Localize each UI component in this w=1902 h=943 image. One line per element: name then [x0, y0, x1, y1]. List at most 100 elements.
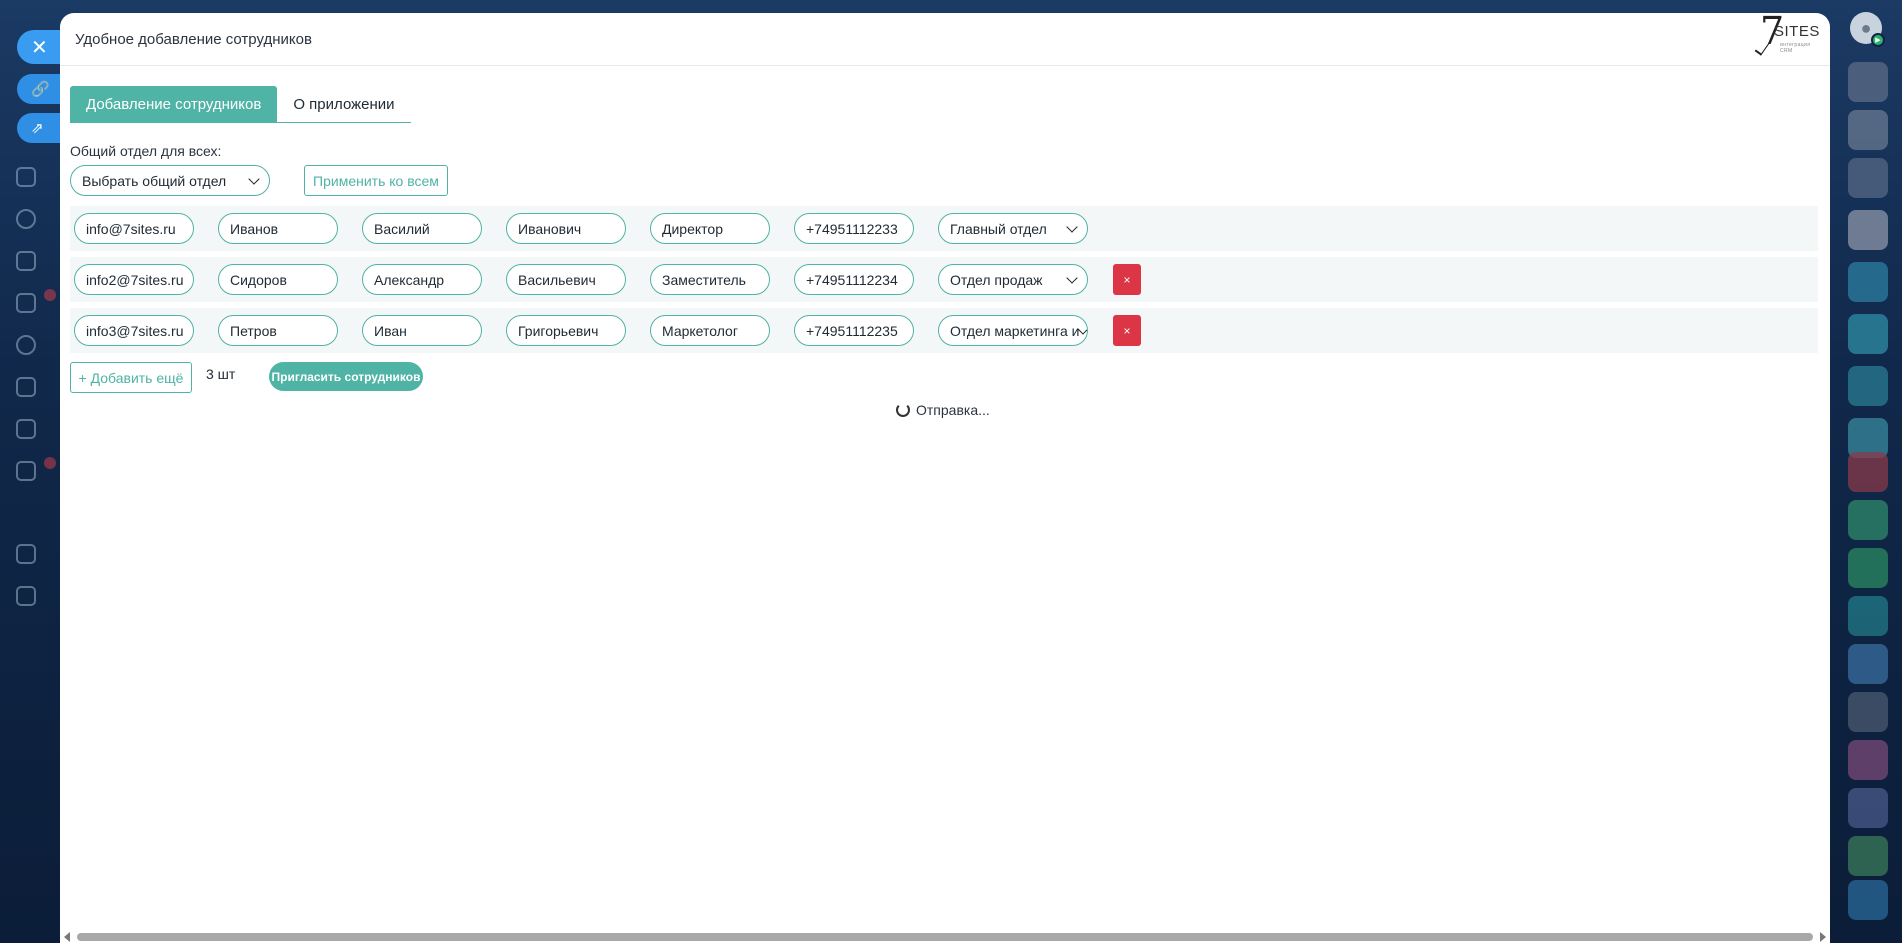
cog-icon	[16, 335, 36, 355]
sidebar-item-6[interactable]	[16, 373, 60, 401]
last-name-field[interactable]: Иванов	[218, 213, 338, 244]
tab-add-employees[interactable]: Добавление сотрудников	[70, 86, 278, 122]
sidebar-item-1[interactable]	[16, 163, 60, 191]
department-select[interactable]: Отдел продаж	[938, 264, 1088, 295]
open-new-window-button[interactable]: ⇗	[17, 113, 60, 143]
chat-tile[interactable]	[1848, 548, 1888, 588]
middle-name-field[interactable]: Григорьевич	[506, 315, 626, 346]
scroll-right-icon[interactable]	[1820, 932, 1826, 942]
apps-icon	[16, 544, 36, 564]
middle-name-field[interactable]: Иванович	[506, 213, 626, 244]
sidebar-item-7[interactable]	[16, 415, 60, 443]
last-name-field[interactable]: Петров	[218, 315, 338, 346]
external-link-icon: ⇗	[31, 120, 44, 137]
tasks-icon	[16, 293, 36, 313]
email-field[interactable]: info@7sites.ru	[74, 213, 194, 244]
first-name-field[interactable]: Василий	[362, 213, 482, 244]
department-select[interactable]: Отдел маркетинга и	[938, 315, 1088, 346]
chat-tile[interactable]	[1848, 110, 1888, 150]
chat-tile[interactable]	[1848, 210, 1888, 250]
cart-icon	[16, 251, 36, 271]
sidebar-item-10[interactable]	[16, 582, 60, 610]
chat-tile[interactable]	[1848, 500, 1888, 540]
common-department-select[interactable]: Выбрать общий отдел	[70, 165, 270, 196]
chat-tile[interactable]	[1848, 880, 1888, 920]
department-value: Главный отдел	[950, 220, 1047, 237]
user-icon: ●	[1860, 17, 1872, 38]
position-field[interactable]: Маркетолог	[650, 315, 770, 346]
middle-name-field[interactable]: Васильевич	[506, 264, 626, 295]
chat-tile[interactable]	[1848, 644, 1888, 684]
code-icon	[16, 586, 36, 606]
chat-tile[interactable]	[1848, 62, 1888, 102]
common-department-label: Общий отдел для всех:	[70, 143, 222, 159]
sending-text: Отправка...	[916, 402, 990, 418]
chat-tile[interactable]	[1848, 158, 1888, 198]
chat-tile[interactable]	[1848, 314, 1888, 354]
link-icon: 🔗	[31, 81, 50, 98]
spinner-icon	[896, 403, 910, 417]
chat-tile[interactable]	[1848, 262, 1888, 302]
employee-row: info2@7sites.ru Сидоров Александр Василь…	[70, 257, 1818, 302]
logo-tagline: интеграция CRM	[1780, 42, 1811, 54]
sidebar-item-9[interactable]	[16, 540, 60, 568]
building-icon	[16, 167, 36, 187]
target-icon	[16, 209, 36, 229]
sidebar-item-5[interactable]	[16, 331, 60, 359]
tab-bar: Добавление сотрудников О приложении	[70, 86, 411, 123]
invite-employees-button[interactable]: Пригласить сотрудников	[269, 362, 423, 391]
common-department-value: Выбрать общий отдел	[82, 172, 227, 189]
last-name-field[interactable]: Сидоров	[218, 264, 338, 295]
chat-tile[interactable]	[1848, 740, 1888, 780]
chat-tile[interactable]	[1848, 452, 1888, 492]
copy-link-button[interactable]: 🔗	[17, 74, 60, 104]
sidebar-item-4[interactable]	[16, 289, 60, 317]
email-field[interactable]: info3@7sites.ru	[74, 315, 194, 346]
close-slider-button[interactable]: ✕	[17, 30, 61, 64]
user-avatar[interactable]: ● ▶	[1850, 12, 1885, 47]
sidebar-item-3[interactable]	[16, 247, 60, 275]
chat-tile[interactable]	[1848, 692, 1888, 732]
sending-status: Отправка...	[896, 402, 990, 418]
sidebar-item-8[interactable]	[16, 457, 60, 485]
delete-row-button[interactable]: ×	[1113, 315, 1141, 346]
close-icon: ✕	[31, 36, 48, 59]
apply-to-all-button[interactable]: Применить ко всем	[304, 165, 448, 196]
chevron-down-icon	[1066, 271, 1078, 284]
first-name-field[interactable]: Александр	[362, 264, 482, 295]
position-field[interactable]: Директор	[650, 213, 770, 244]
delete-icon: ×	[1123, 323, 1131, 338]
chat-tile[interactable]	[1848, 788, 1888, 828]
tab-about-app[interactable]: О приложении	[277, 86, 410, 122]
card-icon	[16, 419, 36, 439]
page-title: Удобное добавление сотрудников	[75, 30, 312, 48]
chevron-down-icon	[248, 172, 260, 185]
logo-sites: SITES	[1774, 23, 1820, 40]
employee-row: info3@7sites.ru Петров Иван Григорьевич …	[70, 308, 1818, 353]
first-name-field[interactable]: Иван	[362, 315, 482, 346]
add-more-button[interactable]: + Добавить ещё	[70, 362, 192, 393]
email-field[interactable]: info2@7sites.ru	[74, 264, 194, 295]
phone-field[interactable]: +74951112233	[794, 213, 914, 244]
phone-field[interactable]: +74951112235	[794, 315, 914, 346]
phone-field[interactable]: +74951112234	[794, 264, 914, 295]
portal-left-sidebar: ✕ 🔗 ⇗	[0, 0, 61, 943]
chat-tile[interactable]	[1848, 596, 1888, 636]
scrollbar-thumb[interactable]	[77, 933, 1813, 941]
delete-row-button[interactable]: ×	[1113, 264, 1141, 295]
panel-header: Удобное добавление сотрудников 7 SITES и…	[60, 13, 1830, 66]
department-value: Отдел маркетинга и	[950, 322, 1080, 339]
department-value: Отдел продаж	[950, 271, 1043, 288]
notification-badge	[44, 289, 56, 301]
horizontal-scrollbar[interactable]	[60, 931, 1830, 943]
sidebar-item-2[interactable]	[16, 205, 60, 233]
notification-badge	[44, 457, 56, 469]
chat-tile[interactable]	[1848, 836, 1888, 876]
position-field[interactable]: Заместитель	[650, 264, 770, 295]
chevron-down-icon	[1066, 220, 1078, 233]
scroll-left-icon[interactable]	[64, 932, 70, 942]
department-select[interactable]: Главный отдел	[938, 213, 1088, 244]
chart-icon	[16, 377, 36, 397]
chat-tile[interactable]	[1848, 366, 1888, 406]
app-slider-panel: Удобное добавление сотрудников 7 SITES и…	[60, 13, 1830, 943]
